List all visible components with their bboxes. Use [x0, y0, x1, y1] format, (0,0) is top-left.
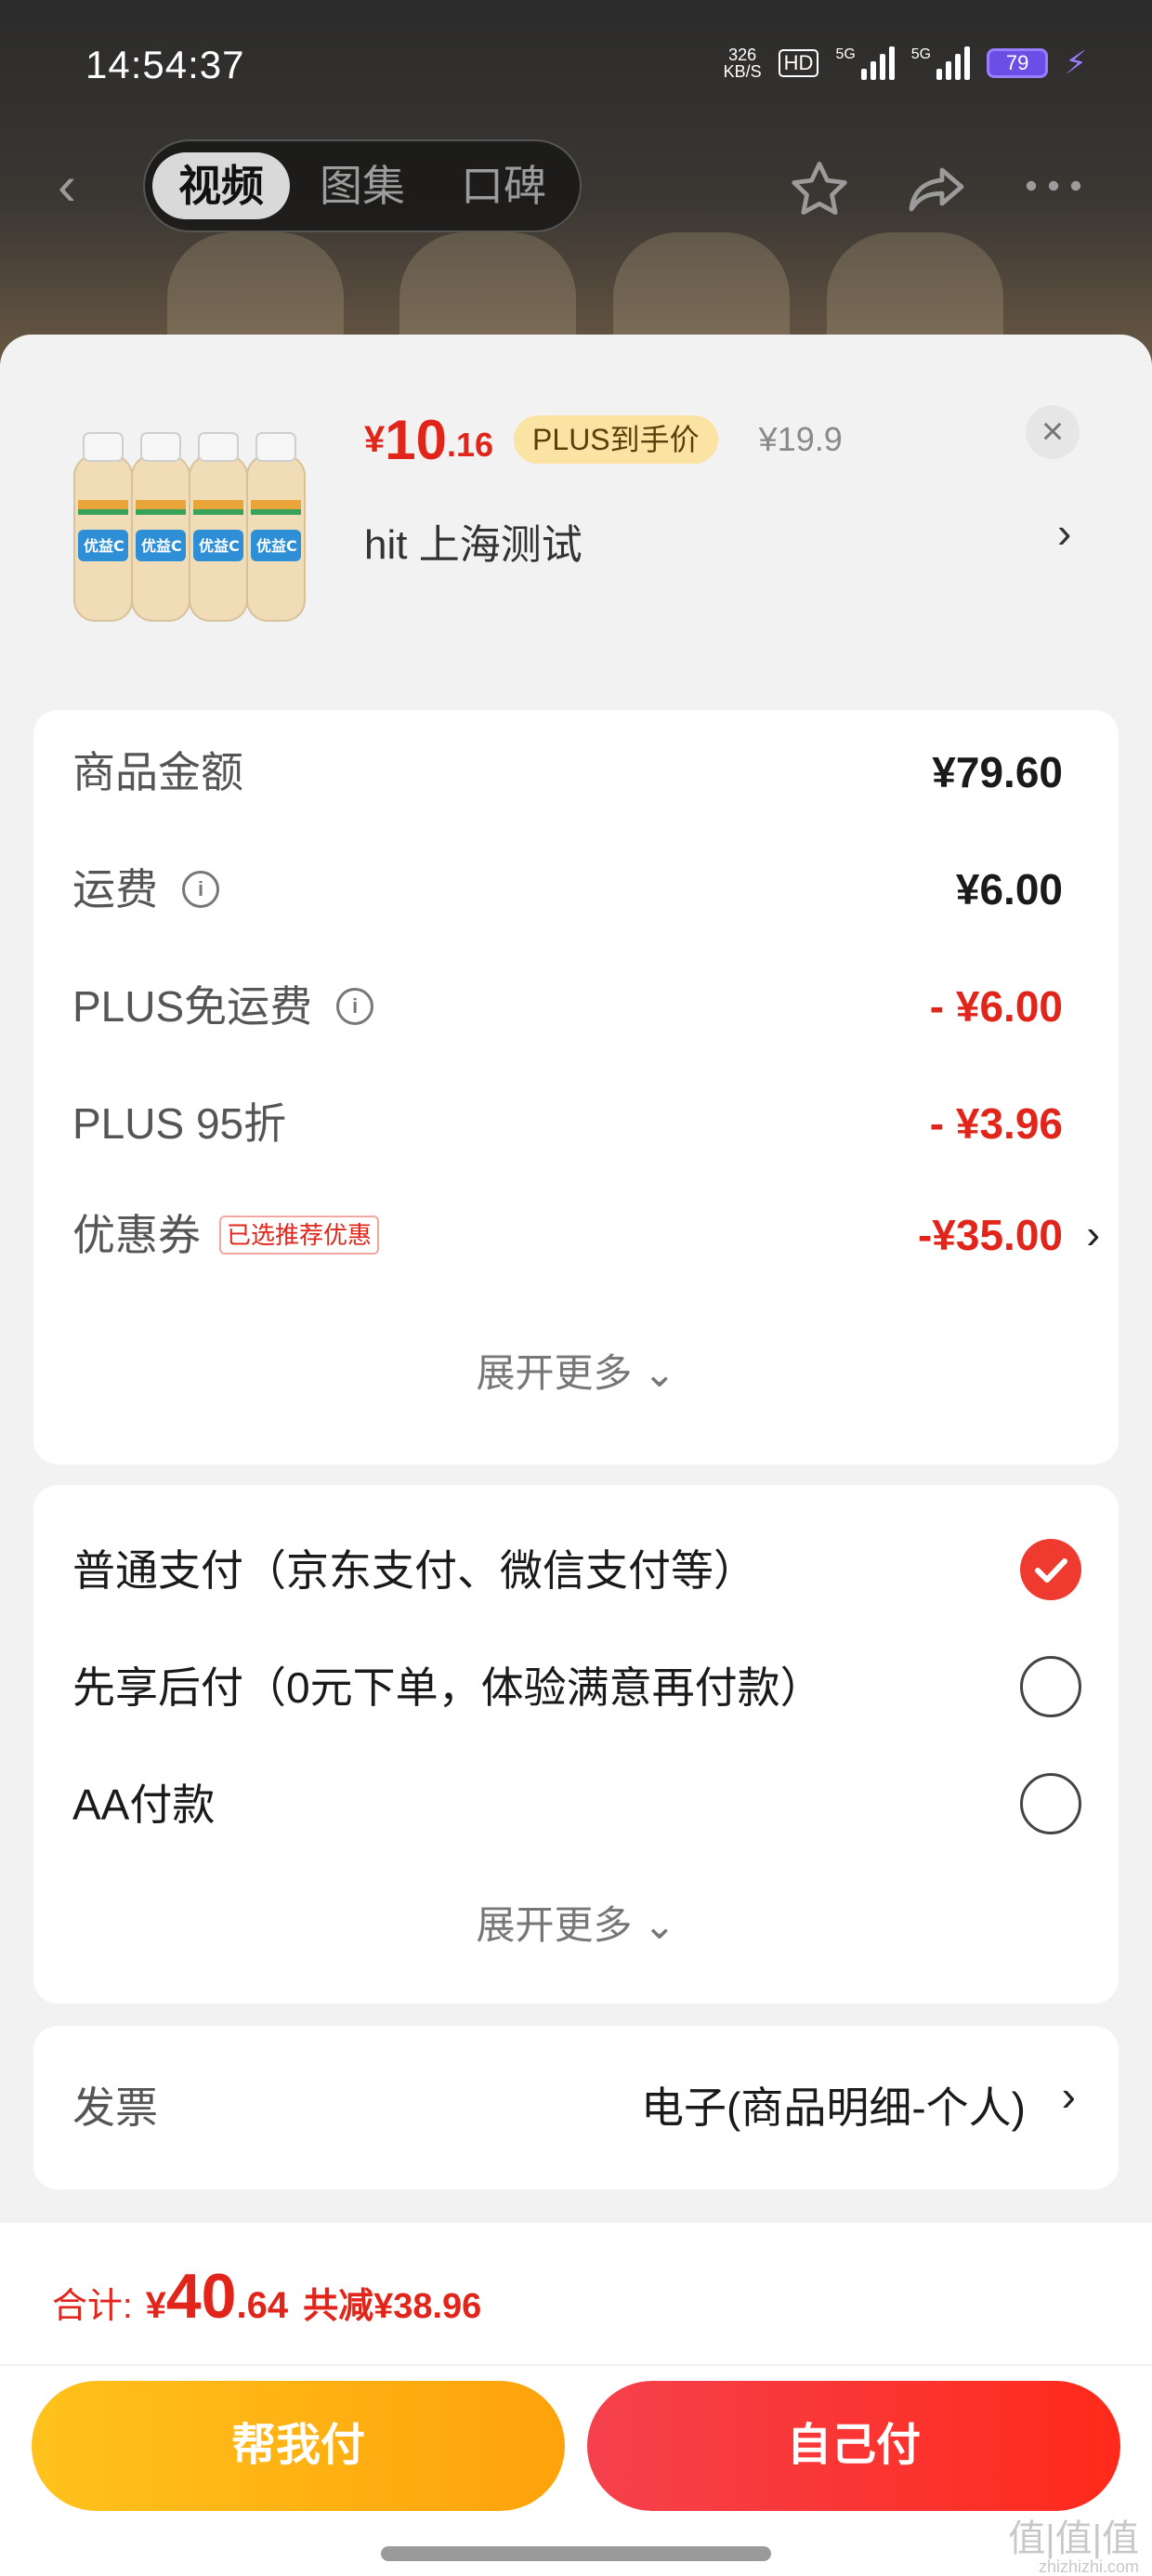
info-icon[interactable]: i: [336, 988, 374, 1025]
chevron-right-icon[interactable]: ›: [1062, 2070, 1076, 2121]
star-icon[interactable]: [786, 156, 853, 223]
close-icon[interactable]: ×: [1026, 405, 1080, 459]
tab-gallery[interactable]: 图集: [294, 152, 431, 219]
battery-icon: 79: [987, 48, 1049, 78]
thumb-brand-text: 优益C: [256, 537, 297, 555]
total-summary: 合计: ¥ 40 .64 共减¥38.96: [52, 2260, 481, 2333]
signal-icon: 5G: [911, 46, 971, 80]
self-pay-button[interactable]: 自己付: [587, 2381, 1120, 2511]
status-time: 14:54:37: [85, 43, 245, 86]
payment-option-label: 先享后付（0元下单，体验满意再付款）: [72, 1663, 823, 1712]
media-tabs: 视频 图集 口碑: [143, 139, 582, 232]
status-bar: 14:54:37 326 KB/S HD 5G 5G 79 ⚡: [0, 0, 1152, 130]
radio-checked[interactable]: [1020, 1539, 1081, 1600]
payment-option-label: AA付款: [72, 1781, 216, 1829]
summary-row-plus-free-shipping: PLUS免运费 i - ¥6.00: [72, 974, 1063, 1039]
invoice-label: 发票: [72, 2083, 158, 2132]
hd-icon: HD: [778, 49, 819, 77]
info-icon[interactable]: i: [182, 871, 219, 908]
price-integer: 10: [385, 408, 447, 471]
price-decimal: .16: [447, 426, 494, 464]
product-header: 优益C 优益C 优益C 优益C ¥ 10 .16 PLUS到手价 ¥19.9 ×…: [0, 335, 1152, 706]
back-icon[interactable]: ‹: [58, 158, 95, 214]
payment-method-card: 普通支付（京东支付、微信支付等） 先享后付（0元下单，体验满意再付款） AA付款…: [33, 1485, 1119, 2004]
payment-option-normal[interactable]: 普通支付（京东支付、微信支付等）: [72, 1533, 1081, 1608]
checkout-screen: 14:54:37 326 KB/S HD 5G 5G 79 ⚡ ‹ 视频 图集 …: [0, 0, 1152, 2576]
summary-value: - ¥3.96: [929, 1099, 1063, 1148]
total-saving: 共减¥38.96: [303, 2287, 482, 2326]
footer-divider: [0, 2364, 1152, 2366]
checkout-footer: 合计: ¥ 40 .64 共减¥38.96 帮我付 自己付 值|值|值 zhiz…: [0, 2223, 1152, 2576]
summary-value: - ¥6.00: [929, 982, 1063, 1031]
summary-row-goods: 商品金额 ¥79.60: [72, 740, 1063, 805]
charging-icon: ⚡: [1065, 46, 1087, 81]
total-integer: 40: [165, 2261, 237, 2332]
summary-label: 优惠券 已选推荐优惠: [72, 1203, 380, 1268]
chevron-right-icon[interactable]: ›: [1086, 1203, 1100, 1268]
home-indicator[interactable]: [381, 2546, 771, 2561]
payment-option-label: 普通支付（京东支付、微信支付等）: [72, 1546, 756, 1595]
share-icon[interactable]: [903, 156, 970, 223]
network-speed: 326 KB/S: [723, 46, 762, 81]
watermark-logo: 值|值|值 zhizhizhi.com: [1008, 2518, 1139, 2576]
help-pay-button[interactable]: 帮我付: [32, 2381, 565, 2511]
summary-value: ¥6.00: [955, 865, 1063, 913]
summary-card-content: 商品金额 ¥79.60 运费 i ¥6.00 PLUS免运费 i - ¥6.00 P…: [33, 710, 1119, 1465]
total-currency: ¥: [145, 2285, 166, 2326]
tab-video[interactable]: 视频: [152, 152, 290, 219]
summary-value: ¥79.60: [932, 748, 1063, 796]
payment-option-pay-later[interactable]: 先享后付（0元下单，体验满意再付款）: [72, 1650, 1081, 1725]
check-icon: [1035, 1558, 1067, 1583]
summary-label: 运费 i: [72, 857, 219, 922]
summary-label: PLUS免运费 i: [72, 974, 374, 1039]
invoice-card[interactable]: 发票 电子(商品明细-个人) ›: [33, 2026, 1119, 2189]
thumb-brand-text: 优益C: [141, 537, 182, 555]
summary-row-coupon[interactable]: 优惠券 已选推荐优惠 -¥35.00 ›: [72, 1203, 1100, 1268]
summary-row-plus-discount: PLUS 95折 - ¥3.96: [72, 1091, 1063, 1156]
tab-reviews[interactable]: 口碑: [435, 152, 572, 219]
radio-unchecked[interactable]: [1020, 1656, 1081, 1717]
product-nav-bar: ‹ 视频 图集 口碑: [0, 139, 1152, 232]
total-decimal: .64: [236, 2285, 289, 2326]
product-thumbnail: 优益C 优益C 优益C 优益C: [73, 432, 306, 622]
radio-unchecked[interactable]: [1020, 1773, 1081, 1834]
invoice-value: 电子(商品明细-个人): [641, 2083, 1026, 2132]
coupon-value: -¥35.00: [917, 1211, 1063, 1259]
total-label: 合计:: [52, 2287, 133, 2326]
product-price-row: ¥ 10 .16 PLUS到手价 ¥19.9: [364, 407, 843, 472]
chevron-right-icon[interactable]: ›: [1057, 507, 1071, 558]
summary-label: 商品金额: [72, 748, 243, 796]
status-icons: 326 KB/S HD 5G 5G 79 ⚡: [724, 45, 1087, 82]
chevron-down-icon: ⌄: [643, 1351, 676, 1395]
delivery-address[interactable]: hit 上海测试: [364, 511, 583, 571]
summary-row-shipping: 运费 i ¥6.00: [72, 857, 1063, 922]
expand-more-payment[interactable]: 展开更多 ⌄: [33, 1894, 1119, 1951]
coupon-recommended-tag: 已选推荐优惠: [219, 1216, 380, 1255]
thumb-brand-text: 优益C: [84, 537, 124, 555]
chevron-down-icon: ⌄: [643, 1903, 676, 1947]
price-currency: ¥: [364, 418, 386, 460]
signal-icon: 5G: [835, 46, 895, 80]
payment-option-aa[interactable]: AA付款: [72, 1768, 1081, 1842]
expand-more-summary[interactable]: 展开更多 ⌄: [33, 1342, 1119, 1399]
summary-label: PLUS 95折: [72, 1099, 287, 1148]
plus-price-tag: PLUS到手价: [514, 415, 718, 464]
more-icon[interactable]: [1020, 167, 1087, 204]
original-price: ¥19.9: [758, 420, 843, 458]
thumb-brand-text: 优益C: [199, 537, 240, 555]
